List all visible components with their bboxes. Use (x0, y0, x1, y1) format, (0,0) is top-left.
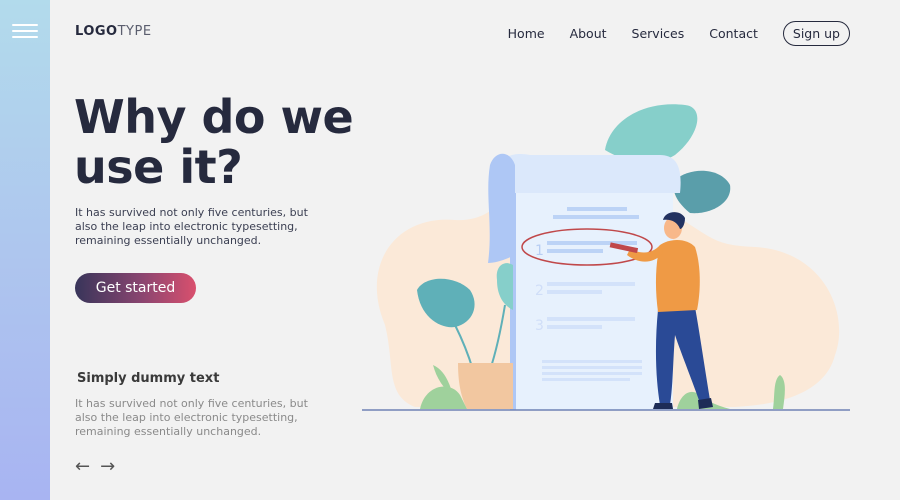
list-number-3: 3 (535, 318, 544, 334)
secondary-title: Simply dummy text (77, 371, 220, 386)
get-started-button[interactable]: Get started (75, 273, 196, 303)
hero-title-line2: use it? (74, 140, 243, 194)
plant-pot (458, 363, 513, 409)
person-shoe-left (653, 403, 673, 409)
list-number-2: 2 (535, 283, 544, 299)
nav-contact[interactable]: Contact (709, 26, 758, 41)
paper-line (542, 366, 642, 369)
nav-about[interactable]: About (570, 26, 607, 41)
paper-sheet (513, 190, 673, 410)
paper-roll (488, 153, 515, 263)
hamburger-icon[interactable] (12, 24, 38, 40)
paper-line (547, 317, 635, 321)
paper-line (542, 378, 630, 381)
paper-line (542, 360, 642, 363)
top-nav: Home About Services Contact Sign up (483, 21, 850, 46)
leaf-top-light (605, 104, 698, 163)
sidebar (0, 0, 50, 500)
paper-line (542, 372, 642, 375)
signup-button[interactable]: Sign up (782, 21, 850, 46)
hero-title-line1: Why do we (74, 90, 354, 144)
arrow-left-icon[interactable]: ← (75, 458, 90, 476)
paper-line (547, 241, 637, 245)
secondary-description: It has survived not only five centuries,… (75, 397, 308, 438)
paper-line (547, 249, 603, 253)
arrow-right-icon[interactable]: → (100, 458, 115, 476)
slider-controls: ← → (75, 458, 115, 476)
nav-home[interactable]: Home (508, 26, 545, 41)
paper-line (547, 290, 602, 294)
paper-line (547, 282, 635, 286)
list-number-1: 1 (535, 243, 544, 259)
hero-description: It has survived not only five centuries,… (75, 206, 308, 247)
paper-line (547, 325, 602, 329)
leaf-top-dark (673, 170, 731, 214)
logo-bold: LOGO (75, 24, 118, 39)
paper-line (553, 215, 639, 219)
hero-illustration: 1 2 3 (362, 104, 850, 411)
paper-top-curl (500, 154, 681, 193)
nav-services[interactable]: Services (632, 26, 685, 41)
person-shirt (655, 239, 700, 312)
hero-title: Why do we use it? (74, 92, 374, 192)
paper-line (567, 207, 627, 211)
logo-light: TYPE (117, 24, 152, 39)
logo[interactable]: LOGOTYPE (75, 24, 152, 39)
